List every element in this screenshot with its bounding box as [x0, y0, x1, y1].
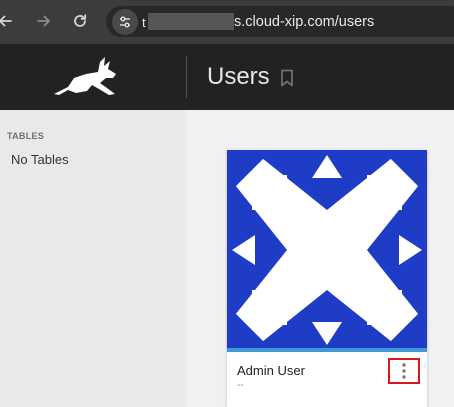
reload-button[interactable]	[67, 8, 93, 34]
card-accent-bar	[227, 348, 427, 352]
url-prefix: t	[142, 15, 146, 30]
tune-icon	[120, 16, 130, 28]
main-content: Admin User --	[186, 110, 454, 407]
browser-toolbar: t s.cloud-xip.com/users	[0, 0, 454, 44]
reload-icon	[74, 14, 87, 27]
sidebar-empty-text: No Tables	[11, 152, 69, 167]
page-title: Users	[207, 63, 270, 90]
address-bar[interactable]: t s.cloud-xip.com/users	[106, 6, 454, 37]
jumping-hare-logo[interactable]	[52, 56, 118, 98]
user-card[interactable]: Admin User --	[227, 150, 427, 407]
card-menu-button[interactable]	[388, 358, 420, 384]
arrow-left-icon	[0, 15, 12, 27]
header-divider	[186, 56, 187, 98]
bookmark-icon[interactable]	[280, 69, 294, 87]
sidebar-heading: TABLES	[7, 131, 45, 141]
url-text[interactable]: s.cloud-xip.com/users	[234, 14, 374, 30]
user-subtitle: --	[237, 380, 244, 391]
user-name: Admin User	[237, 363, 305, 378]
more-vert-icon	[402, 363, 406, 379]
url-redaction	[148, 13, 234, 30]
site-info-button[interactable]	[112, 9, 138, 35]
user-avatar	[227, 150, 427, 350]
arrow-right-icon	[37, 15, 50, 27]
app-header: Users	[0, 44, 454, 110]
forward-button[interactable]	[31, 8, 57, 34]
back-button[interactable]	[0, 8, 18, 34]
screenshot-root: t s.cloud-xip.com/users Users TABLES No …	[0, 0, 454, 407]
sidebar: TABLES No Tables	[0, 110, 186, 407]
